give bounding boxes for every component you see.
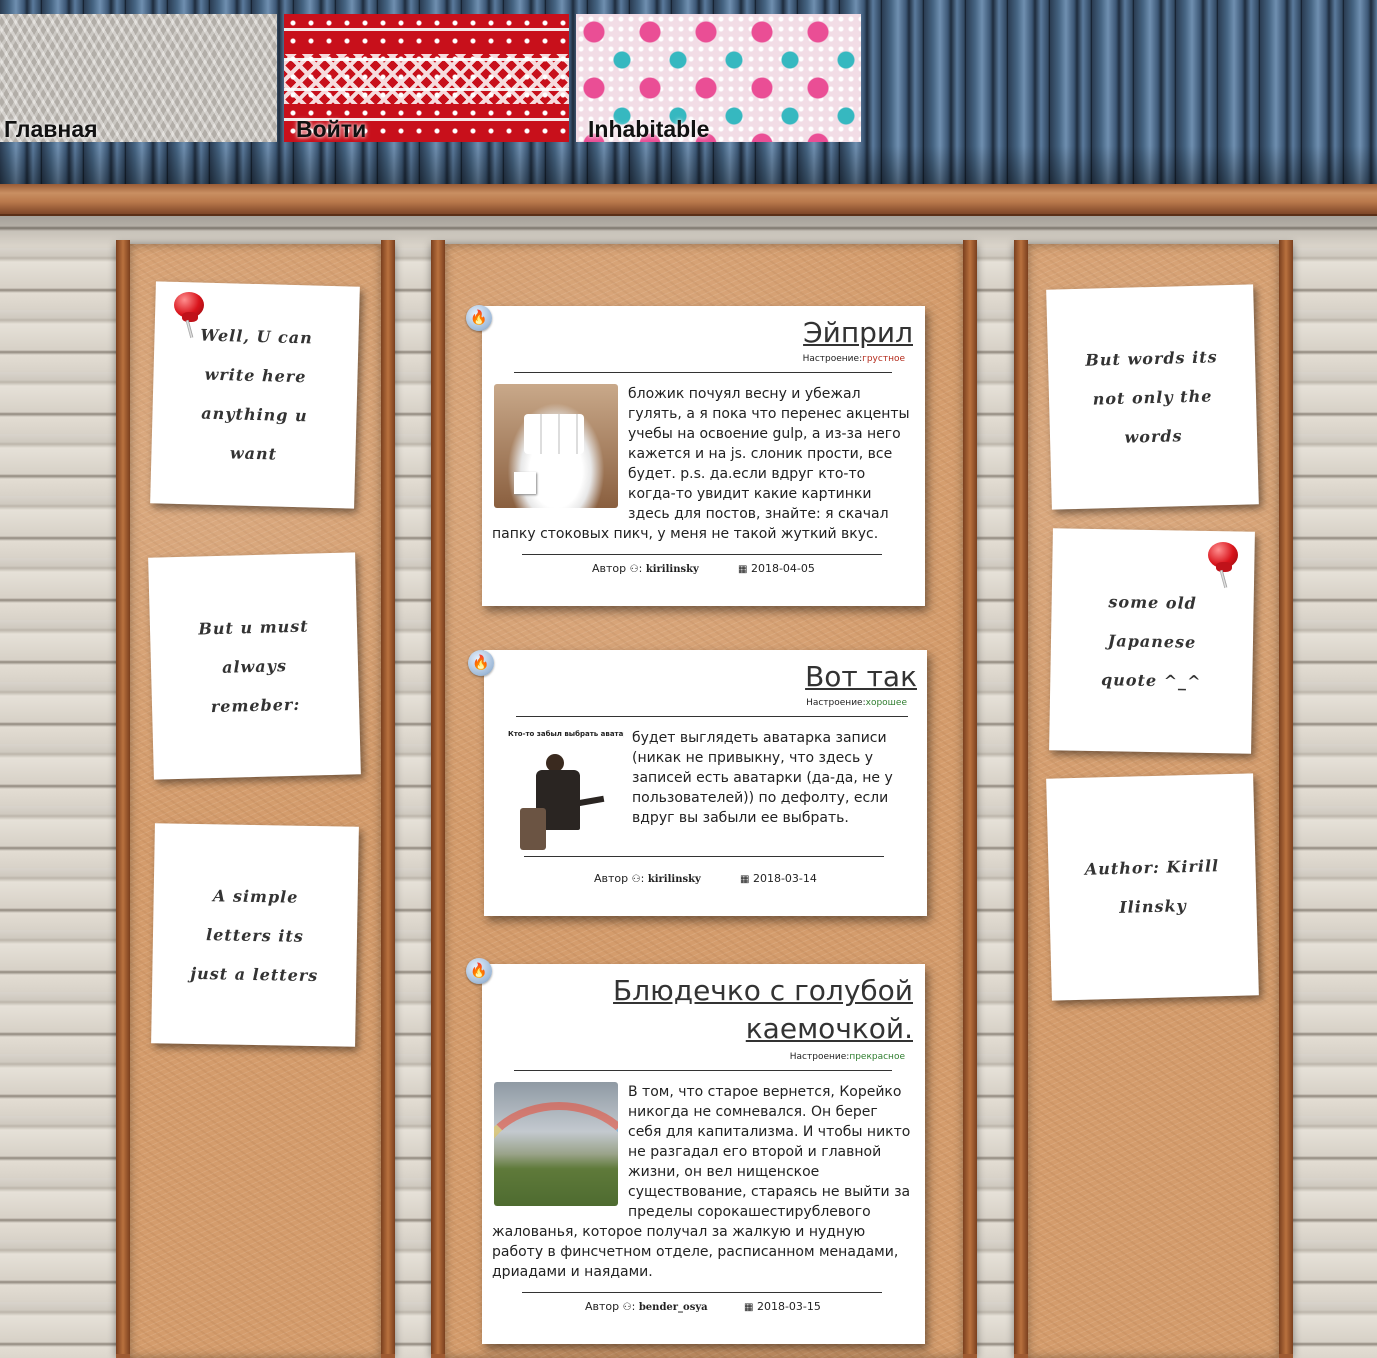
divider	[516, 716, 908, 717]
nav-home-label: Главная	[4, 116, 98, 142]
divider	[524, 856, 884, 857]
post-body: бложик почуял весну и убежал гулять, а я…	[492, 384, 914, 544]
post-card: Эйприл Настроение:грустное бложик почуял…	[482, 306, 925, 606]
divider	[514, 1070, 892, 1071]
wood-shelf	[0, 184, 1377, 216]
author-label: Автор	[592, 562, 627, 575]
user-icon: ⚇	[622, 1302, 632, 1313]
nav-home[interactable]: Главная	[0, 14, 277, 142]
mood-label: Настроение:	[789, 1052, 850, 1062]
calendar-icon: ▦	[738, 564, 748, 575]
post-mood: Настроение:грустное	[803, 354, 905, 364]
post-card: Вот так Настроение:хорошее Кто-то забыл …	[484, 650, 927, 916]
knit-pattern	[284, 54, 569, 104]
post-mood: Настроение:прекрасное	[790, 1052, 905, 1062]
sticky-note: But words its not only the words	[1046, 284, 1259, 510]
divider	[514, 372, 892, 373]
nav-site-label: Inhabitable	[588, 116, 710, 142]
post-title-link[interactable]: Вот так	[805, 658, 917, 696]
date-value: 2018-03-14	[752, 872, 817, 885]
fire-icon: 🔥	[466, 305, 492, 331]
fire-icon: 🔥	[468, 650, 494, 676]
pushpin-icon	[168, 290, 208, 340]
pushpin-icon	[1202, 540, 1242, 590]
shelf-shadow	[0, 216, 1377, 246]
post-body: В том, что старое вернется, Корейко нико…	[492, 1082, 914, 1282]
sticky-note: A simple letters its just a letters	[151, 823, 359, 1047]
date-value: 2018-04-05	[750, 562, 815, 575]
post-date: ▦ 2018-04-05	[738, 562, 815, 575]
mood-value: прекрасное	[849, 1052, 905, 1062]
note-text: Author: Kirill Ilinsky	[1084, 856, 1220, 917]
sticky-note: But u must always remeber:	[148, 552, 361, 780]
post-author: Автор ⚇: bender_osya	[585, 1300, 708, 1313]
note-text: But words its not only the words	[1085, 346, 1218, 447]
post-date: ▦ 2018-03-15	[744, 1300, 821, 1313]
date-value: 2018-03-15	[756, 1300, 821, 1313]
post-body: будет выглядеть аватарка записи (никак н…	[632, 728, 917, 828]
author-label: Автор	[594, 872, 629, 885]
post-card: Блюдечко с голубой каемочкой. Настроение…	[482, 964, 925, 1344]
user-icon: ⚇	[629, 564, 639, 575]
sticky-note: Author: Kirill Ilinsky	[1046, 773, 1259, 1001]
author-link[interactable]: kirilinsky	[646, 564, 699, 575]
post-image-meme: Кто-то забыл выбрать аватар...	[506, 728, 624, 854]
post-title-link[interactable]: Блюдечко с голубой каемочкой.	[583, 972, 913, 1048]
fire-icon: 🔥	[466, 958, 492, 984]
note-text: some old Japanese quote ^_^	[1100, 591, 1202, 691]
divider	[522, 1292, 882, 1293]
post-author: Автор ⚇: kirilinsky	[594, 872, 701, 885]
author-label: Автор	[585, 1300, 620, 1313]
post-text: будет выглядеть аватарка записи (никак н…	[632, 730, 893, 826]
author-link[interactable]: kirilinsky	[648, 874, 701, 885]
note-text: A simple letters its just a letters	[190, 885, 319, 985]
user-icon: ⚇	[631, 874, 641, 885]
mood-label: Настроение:	[802, 354, 863, 364]
note-text: But u must always remeber:	[198, 616, 309, 716]
mood-value: грустное	[862, 354, 905, 364]
post-mood: Настроение:хорошее	[806, 698, 907, 708]
calendar-icon: ▦	[740, 874, 750, 885]
divider	[522, 554, 882, 555]
post-author: Автор ⚇: kirilinsky	[592, 562, 699, 575]
calendar-icon: ▦	[744, 1302, 754, 1313]
image-caption: Кто-то забыл выбрать аватар...	[508, 730, 624, 738]
nav-site[interactable]: Inhabitable	[576, 14, 861, 142]
post-title-link[interactable]: Эйприл	[803, 314, 913, 352]
mood-label: Настроение:	[806, 698, 866, 708]
nav-login-label: Войти	[296, 116, 367, 142]
post-date: ▦ 2018-03-14	[740, 872, 817, 885]
nav-login[interactable]: Войти	[284, 14, 569, 142]
author-link[interactable]: bender_osya	[639, 1302, 708, 1313]
mood-value: хорошее	[865, 698, 907, 708]
